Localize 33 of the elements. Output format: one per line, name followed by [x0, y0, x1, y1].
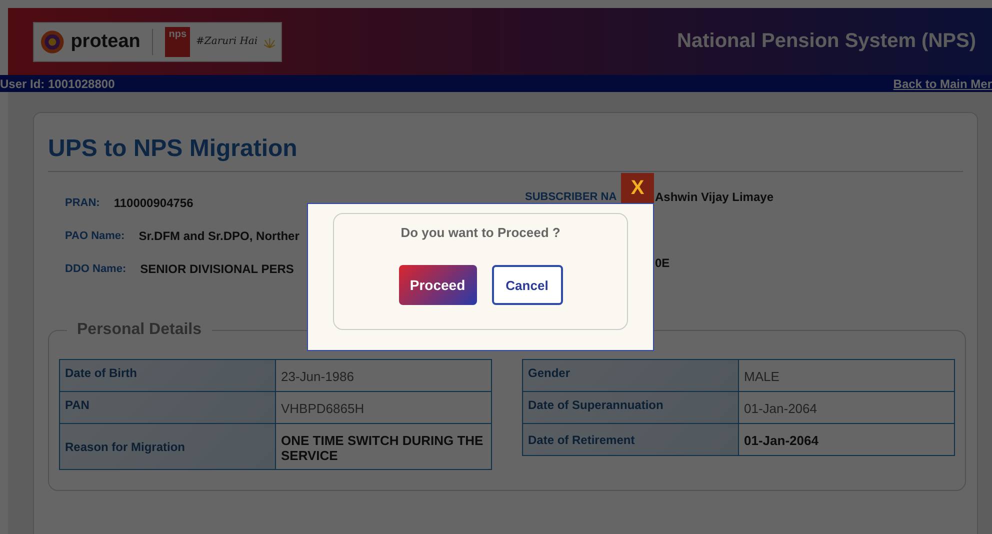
cancel-button[interactable]: Cancel	[492, 265, 562, 305]
info-value: Sr.DFM and Sr.DPO, Norther	[138, 228, 300, 242]
page-title: UPS to NPS Migration	[48, 113, 963, 172]
table-cell: VHBPD6865H	[276, 392, 492, 424]
brand-name: protean	[70, 30, 140, 52]
table-label-cell: Reason for Migration	[60, 424, 276, 470]
info-label: DDO Name:	[65, 262, 126, 274]
nps-logo: nps	[165, 26, 190, 56]
table-cell: MALE	[738, 360, 954, 392]
protean-logo-icon	[40, 28, 65, 54]
table-cell: 23-Jun-1986	[276, 360, 492, 392]
proceed-button[interactable]: Proceed	[398, 265, 476, 305]
info-label: PAO Name:	[65, 230, 125, 242]
close-button[interactable]: X	[621, 173, 654, 203]
dialog-message: Do you want to Proceed ?	[400, 225, 562, 240]
table-label-cell: Date of Superannuation	[522, 392, 738, 424]
table-label-cell: PAN	[60, 392, 276, 424]
info-value: Ashwin Vijay Limaye	[655, 190, 774, 204]
info-label: PRAN:	[65, 196, 100, 208]
table-cell: ONE TIME SWITCH DURING THE SERVICE	[276, 424, 492, 470]
info-value: 0E	[655, 256, 670, 270]
user-id: User Id: 1001028800	[0, 76, 115, 90]
info-value: SENIOR DIVISIONAL PERS	[140, 262, 294, 276]
table-label-cell: Date of Birth	[60, 360, 276, 392]
tagline: #Zaruri Hai	[196, 36, 258, 47]
table-cell: 01-Jan-2064	[738, 424, 954, 456]
site-title: National Pension System (NPS)	[677, 30, 976, 53]
info-value: 110000904756	[114, 196, 194, 210]
table-label-cell: Gender	[522, 360, 738, 392]
sun-rays-icon	[264, 36, 276, 48]
table-cell: 01-Jan-2064	[738, 392, 954, 424]
info-label: SUBSCRIBER NA	[525, 190, 617, 202]
table-label-cell: Date of Retirement	[522, 424, 738, 456]
